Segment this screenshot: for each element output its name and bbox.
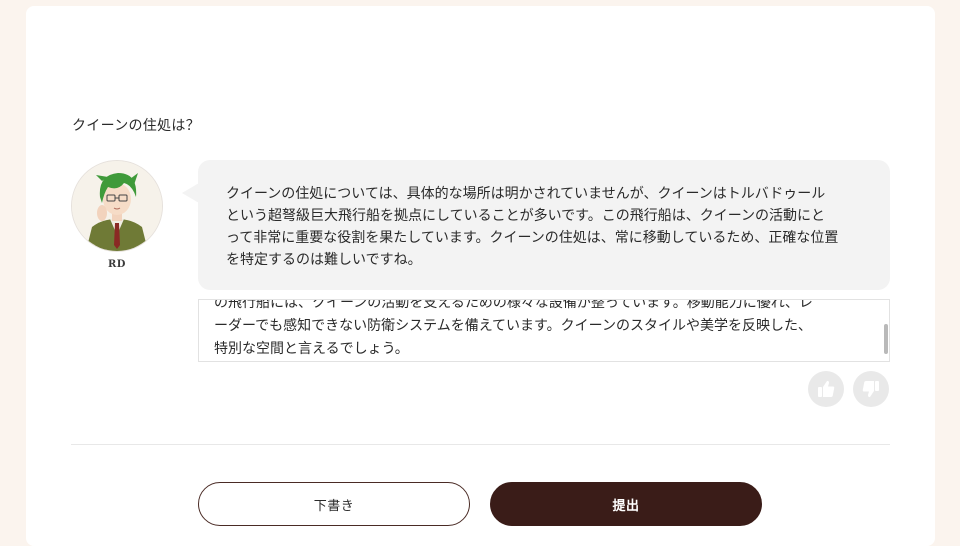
scrollbar-thumb[interactable] xyxy=(884,324,888,354)
assistant-message-bubble: クイーンの住処については、具体的な場所は明かされていませんが、クイーンはトルバド… xyxy=(198,160,890,290)
answer-scroll-text: の飛行船には、クイーンの活動を支えるための様々な設備が整っています。移動能力に優… xyxy=(214,299,864,361)
character-avatar-icon xyxy=(71,160,163,252)
scroll-line: の飛行船には、クイーンの活動を支えるための様々な設備が整っています。移動能力に優… xyxy=(214,299,813,311)
message-line: という超弩級巨大飛行船を拠点にしていることが多いです。この飛行船は、クイーンの活… xyxy=(226,208,826,224)
draft-button[interactable]: 下書き xyxy=(198,482,470,526)
scroll-line: 特別な空間と言えるでしょう。 xyxy=(214,341,409,357)
thumbs-up-icon xyxy=(818,380,835,397)
message-line: クイーンの住処については、具体的な場所は明かされていませんが、クイーンはトルバド… xyxy=(226,186,826,202)
submit-button[interactable]: 提出 xyxy=(490,482,762,526)
answer-scroll-box[interactable]: の飛行船には、クイーンの活動を支えるための様々な設備が整っています。移動能力に優… xyxy=(198,299,890,362)
question-text: クイーンの住処は？ xyxy=(72,118,200,134)
message-line: を特定するのは難しいですね。 xyxy=(226,252,422,268)
thumbs-down-icon xyxy=(862,381,879,398)
scroll-line: ーダーでも感知できない防衛システムを備えています。クイーンのスタイルや美学を反映… xyxy=(214,318,812,334)
message-line: って非常に重要な役割を果たしています。クイーンの住処は、常に移動しているため、正… xyxy=(226,230,839,246)
bubble-tail xyxy=(182,183,199,203)
assistant-name: RD xyxy=(108,259,126,270)
dislike-button[interactable] xyxy=(853,371,889,407)
divider xyxy=(71,444,890,445)
assistant-avatar-block: RD xyxy=(71,160,163,270)
like-button[interactable] xyxy=(808,371,844,407)
